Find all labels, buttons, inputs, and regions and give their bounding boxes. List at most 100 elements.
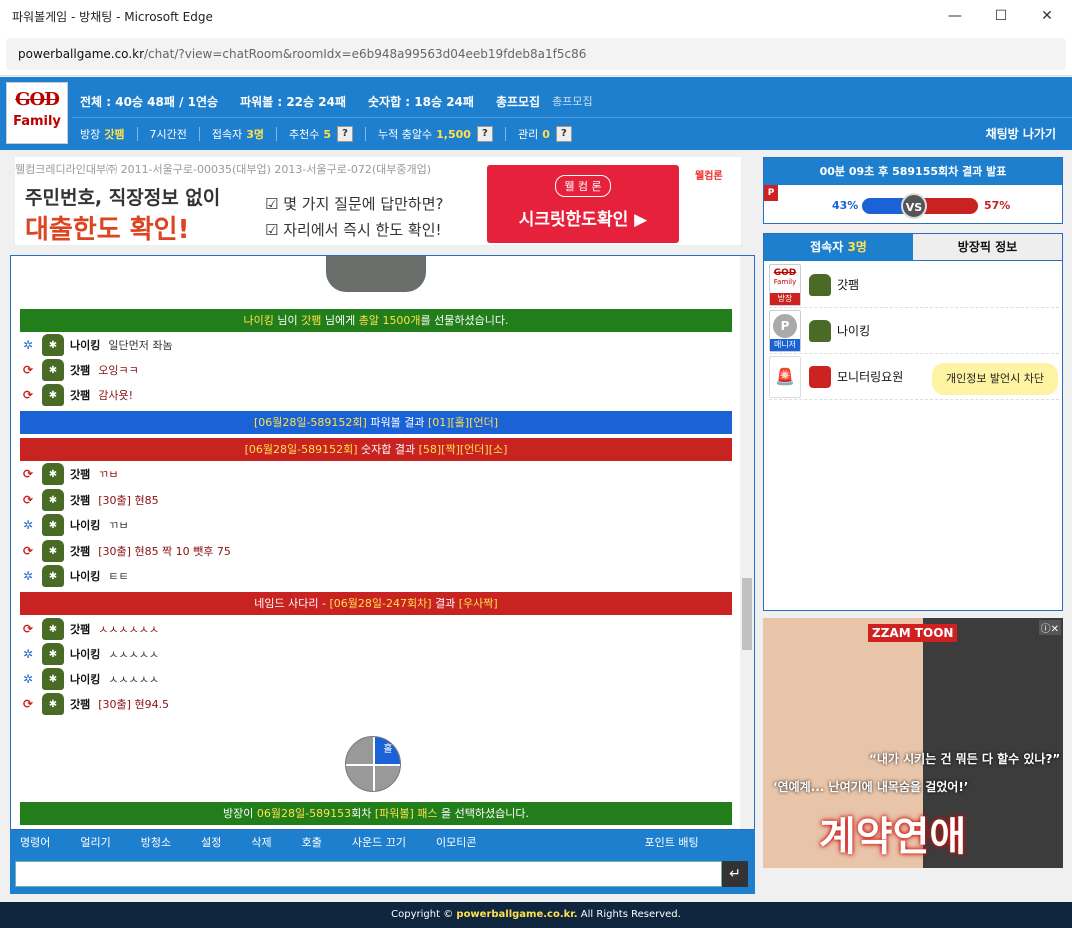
- chat-scrollbar[interactable]: [740, 256, 754, 829]
- rec-info: 추천수 5?: [289, 126, 354, 142]
- leave-room-button[interactable]: 채팅방 나가기: [986, 125, 1056, 142]
- avatar-icon: [809, 319, 831, 342]
- right-percent: 57%: [984, 199, 1011, 212]
- chat-message: ✲ ✱ 나이킹 ㅅㅅㅅㅅㅅ: [20, 668, 159, 690]
- ladder-result-notice: 네임드 사다리 - [06월28일-247회차] 결과 [우사짝]: [20, 592, 732, 615]
- result-countdown: 00분 09초 후 589155회차 결과 발표: [764, 158, 1062, 185]
- time-info: 7시간전: [149, 128, 187, 141]
- menu-sound-off[interactable]: 사운드 끄기: [352, 834, 406, 850]
- pick-pie-icon: 홀: [345, 736, 401, 792]
- menu-freeze[interactable]: 얼리기: [80, 834, 110, 850]
- maximize-button[interactable]: ☐: [978, 0, 1024, 32]
- red-level-icon: ⟳: [22, 388, 34, 402]
- gift-help-icon[interactable]: ?: [476, 126, 493, 142]
- chat-message: ⟳ ✱ 갓팸 [30출] 현85 짝 10 뺏후 75: [20, 540, 231, 562]
- avatar-icon: [809, 273, 831, 296]
- avatar-icon: ✱: [42, 334, 64, 356]
- header-divider: [72, 117, 1072, 118]
- chat-message: ⟳ ✱ 갓팸 [30출] 현85: [20, 489, 159, 511]
- ad-license-line: 웰컴크레디라인대부㈜ 2011-서울구로-00035(대부업) 2013-서울구…: [15, 163, 432, 176]
- title-bar: 파워볼게임 - 방채팅 - Microsoft Edge — ☐ ✕: [0, 0, 1072, 32]
- emoticon-image: [326, 256, 426, 292]
- footer: Copyright © powerballgame.co.kr. All Rig…: [0, 902, 1072, 928]
- left-percent: 43%: [832, 199, 859, 212]
- menu-clear[interactable]: 방청소: [141, 834, 171, 850]
- ad-close-icon[interactable]: ⓘ✕: [1038, 620, 1061, 635]
- window-title: 파워볼게임 - 방채팅 - Microsoft Edge: [12, 9, 213, 24]
- monitor-tooltip: 개인정보 발언시 차단: [932, 363, 1058, 395]
- ad-quote-2: ‘연예계... 난여기에 내목숨을 걸었어!’: [773, 780, 969, 794]
- stat-numsum: 숫자합 : 18승 24패: [368, 95, 474, 109]
- url-field[interactable]: powerballgame.co.kr/chat/?view=chatRoom&…: [6, 38, 1066, 70]
- menu-commands[interactable]: 명령어: [20, 834, 50, 850]
- chat-message: ✲ ✱ 나이킹 ㅌㅌ: [20, 565, 129, 587]
- stat-total: 전체 : 40승 48패 / 1연승: [80, 95, 219, 109]
- menu-emoticon[interactable]: 이모티콘: [436, 834, 476, 850]
- chat-message: ✲ ✱ 나이킹 ㅅㅅㅅㅅㅅ: [20, 643, 159, 665]
- chat-message: ⟳ ✱ 갓팸 감사욧!: [20, 384, 133, 406]
- close-button[interactable]: ✕: [1024, 0, 1070, 32]
- ad-cta-button[interactable]: 웰 컴 론 시크릿한도확인 ▶: [487, 165, 679, 243]
- gift-info: 누적 충알수 1,500?: [378, 126, 493, 142]
- chat-input-row: ↵: [10, 854, 755, 894]
- chat-input[interactable]: [15, 861, 722, 887]
- red-level-icon: ⟳: [22, 363, 34, 377]
- top-ad-banner[interactable]: 웰컴크레디라인대부㈜ 2011-서울구로-00035(대부업) 2013-서울구…: [14, 156, 742, 246]
- menu-settings[interactable]: 설정: [201, 834, 221, 850]
- vs-badge: VS: [901, 193, 927, 219]
- stat-powerball: 파워볼 : 22승 24패: [240, 95, 346, 109]
- ad-brand-logo: ZZAM TOON: [868, 624, 958, 642]
- tab-users[interactable]: 접속자 3명: [764, 234, 913, 261]
- owner-pick-notice: 방장이 06월28일-589153회차 [파워볼] 패스 을 선택하셨습니다.: [20, 802, 732, 825]
- gift-notice: 나이킹 님이 갓팸 님에게 총알 1500개를 선물하셨습니다.: [20, 309, 732, 332]
- powerball-p-icon: P: [764, 185, 778, 201]
- manage-info: 관리 0?: [518, 126, 572, 142]
- url-host: powerballgame.co.kr: [18, 47, 145, 61]
- ad-quote-1: “내가 시키는 건 뭐든 다 할수 있나?”: [869, 752, 1061, 766]
- minimize-button[interactable]: —: [932, 0, 978, 32]
- avatar-icon: ✱: [42, 384, 64, 406]
- blue-level-icon: ✲: [22, 338, 34, 352]
- god-family-badge: GOD Family 방장: [769, 263, 801, 306]
- chat-message: ⟳ ✱ 갓팸 [30출] 현94.5: [20, 693, 169, 715]
- recruit-sub: 총프모집: [552, 95, 593, 108]
- logo-family: Family: [13, 114, 61, 129]
- menu-delete[interactable]: 삭제: [251, 834, 271, 850]
- chat-menu: 명령어 얼리기 방청소 설정 삭제 호출 사운드 끄기 이모티콘 포인트 배팅: [10, 830, 755, 854]
- numsum-result-notice: [06월28일-589152회] 숫자합 결과 [58][짝][언더][소]: [20, 438, 732, 461]
- send-icon[interactable]: ↵: [722, 861, 748, 887]
- tab-owner-pick[interactable]: 방장픽 정보: [913, 234, 1062, 261]
- avatar-icon: ✱: [42, 359, 64, 381]
- chat-message: ⟳ ✱ 갓팸 오잉ㅋㅋ: [20, 359, 139, 381]
- powerball-result-notice: [06월28일-589152회] 파워볼 결과 [01][홀][언더]: [20, 411, 732, 434]
- chat-panel[interactable]: 나이킹 님이 갓팸 님에게 총알 1500개를 선물하셨습니다. ✲ ✱ 나이킹 일단…: [10, 255, 755, 830]
- logo-god: GOD: [15, 89, 60, 110]
- menu-call[interactable]: 호출: [302, 834, 322, 850]
- user-item[interactable]: GOD Family 방장 갓팸: [769, 262, 1059, 308]
- owner-info: 방장 갓팸: [80, 128, 125, 141]
- recruit-label: 총프모집: [495, 95, 541, 109]
- user-item[interactable]: P 매니저 나이킹: [769, 308, 1059, 354]
- ad-title: 계약연애: [819, 814, 967, 860]
- chat-message: ✲ ✱ 나이킹 일단먼저 좌놈: [20, 334, 173, 356]
- ad-headline: 주민번호, 직장정보 없이: [25, 187, 221, 209]
- side-ad-banner[interactable]: ZZAM TOON ⓘ✕ “내가 시키는 건 뭐든 다 할수 있나?” ‘연예계…: [763, 618, 1063, 868]
- chat-message: ⟳ ✱ 갓팸 ㄲㅂ: [20, 463, 119, 485]
- p-badge: P 매니저: [769, 309, 801, 352]
- siren-icon: 🚨: [769, 355, 801, 398]
- stats-row: 전체 : 40승 48패 / 1연승 파워볼 : 22승 24패 숫자합 : 1…: [80, 93, 615, 110]
- result-panel: 00분 09초 후 589155회차 결과 발표 P 43% 57% VS: [763, 157, 1063, 224]
- room-info-row: 방장 갓팸 7시간전 접속자 3명 추천수 5? 누적 충알수 1,500? 관리 0?: [80, 126, 584, 142]
- address-bar: powerballgame.co.kr/chat/?view=chatRoom&…: [0, 32, 1072, 76]
- manage-help-icon[interactable]: ?: [555, 126, 572, 142]
- chat-message: ✲ ✱ 나이킹 ㄲㅂ: [20, 514, 129, 536]
- rec-help-icon[interactable]: ?: [337, 126, 354, 142]
- users-info: 접속자 3명: [211, 128, 265, 141]
- scroll-thumb[interactable]: [742, 578, 752, 650]
- ad-logo: 웰컴론: [695, 171, 723, 182]
- url-path: /chat/?view=chatRoom&roomIdx=e6b948a9956…: [144, 47, 587, 61]
- users-panel: 접속자 3명 방장픽 정보 GOD Family 방장 갓팸 P 매니저 나이킹 🚨 …: [763, 233, 1063, 611]
- ad-checks: ☑ 몇 가지 질문에 답만하면? ☑ 자리에서 즉시 한도 확인!: [265, 195, 444, 239]
- menu-point-bet[interactable]: 포인트 배팅: [644, 834, 698, 850]
- room-logo: GOD Family: [6, 82, 68, 144]
